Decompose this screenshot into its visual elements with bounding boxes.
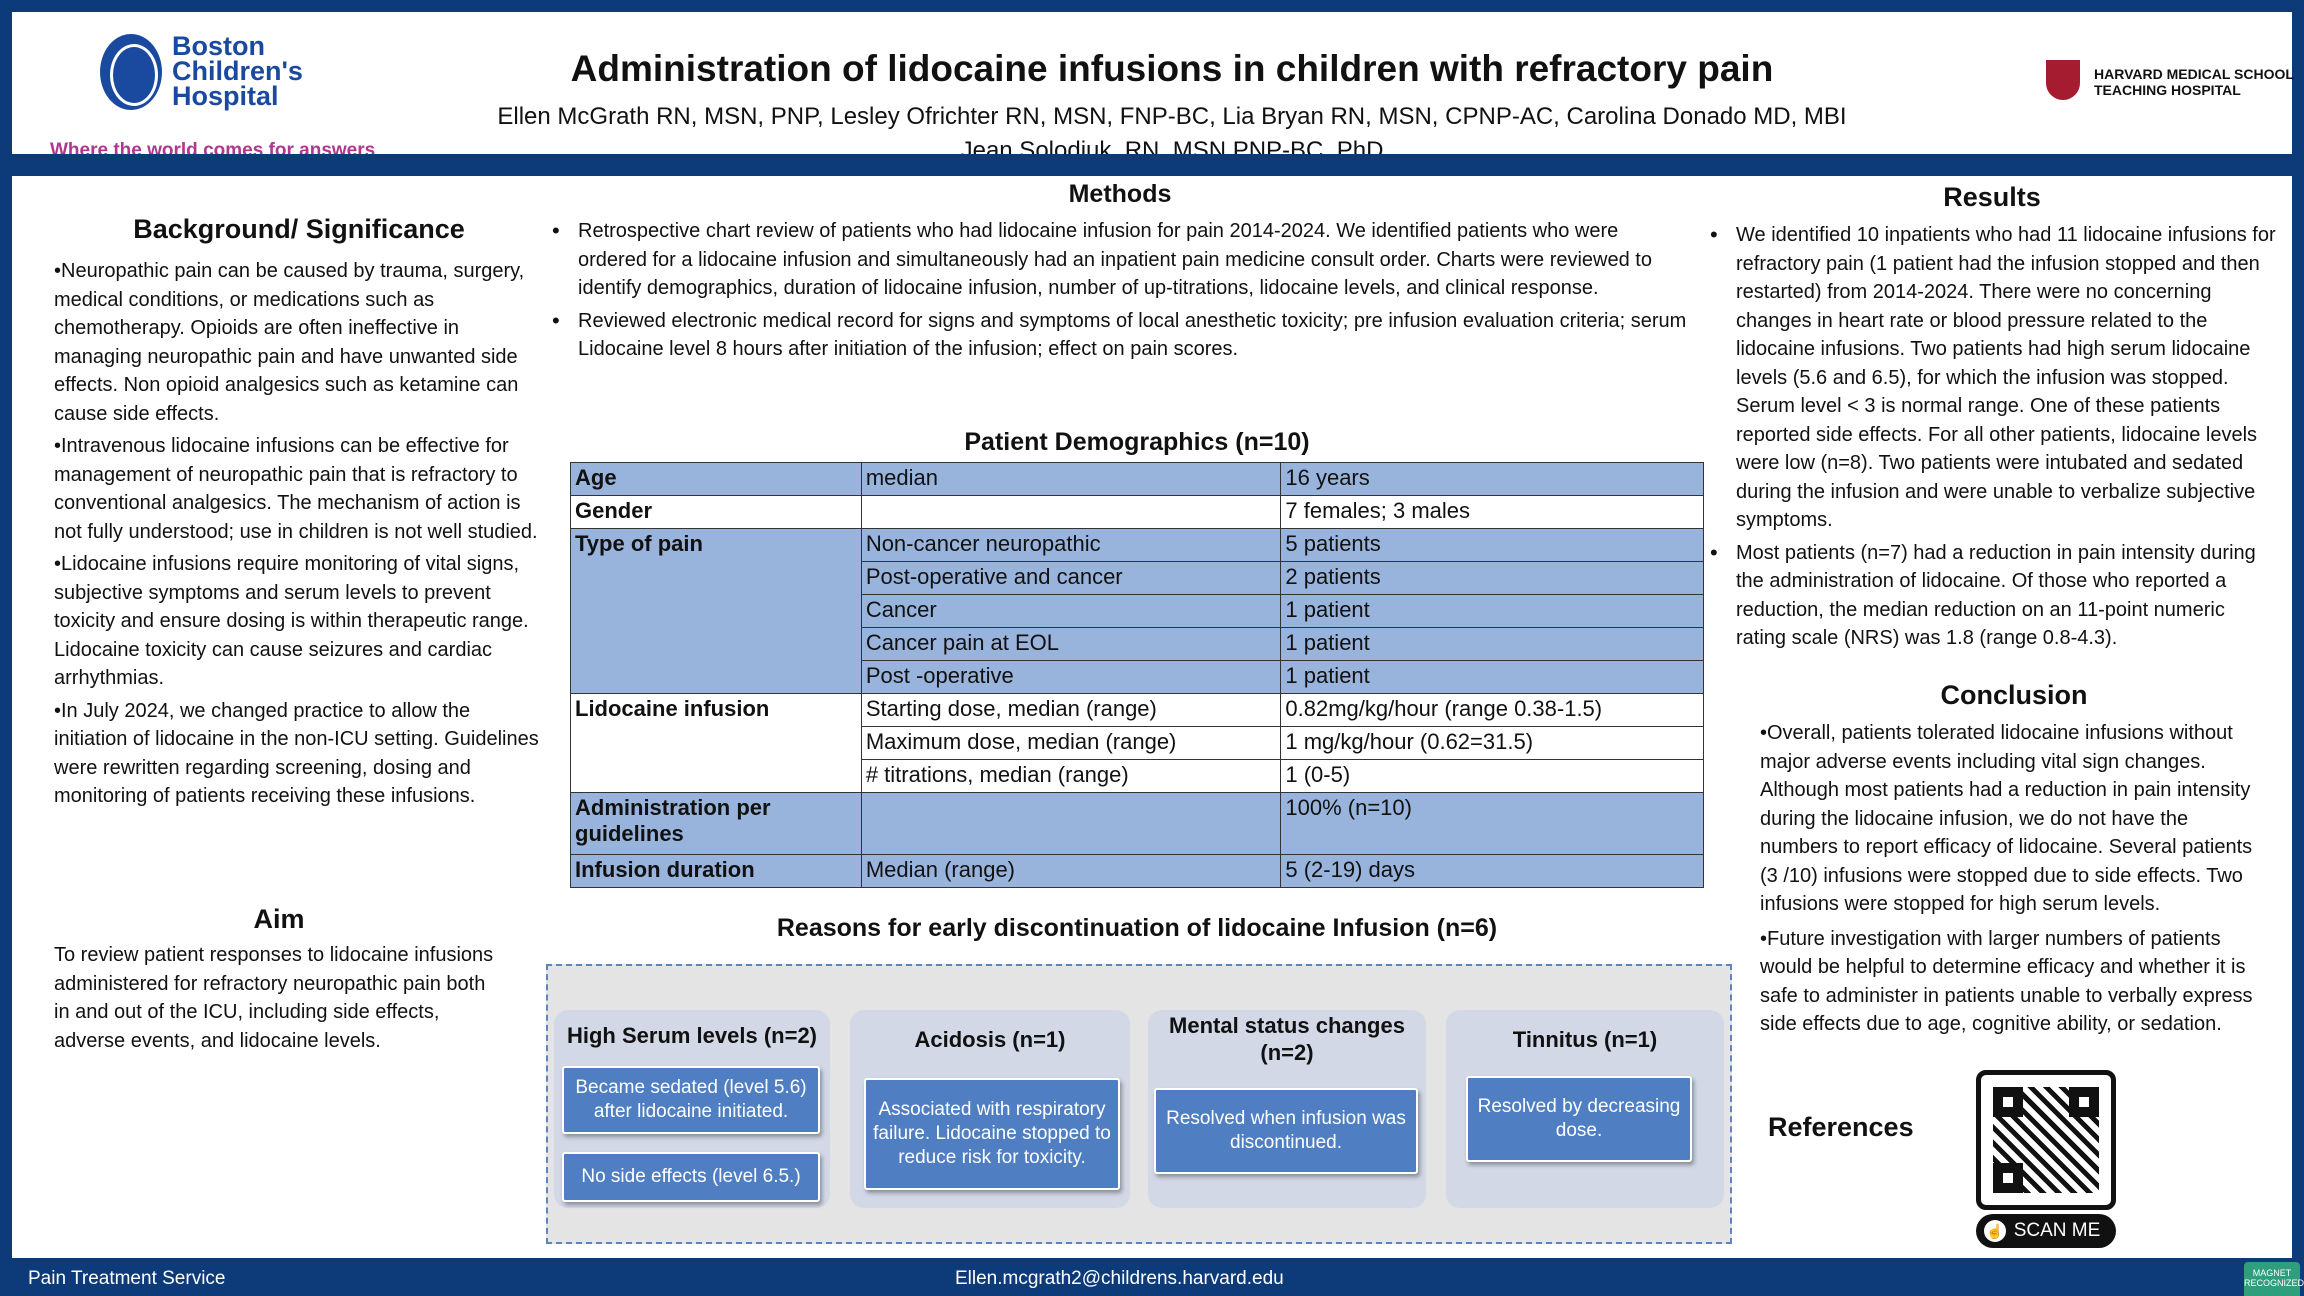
mother-child-icon bbox=[100, 34, 162, 110]
reason-box: Resolved by decreasing dose. bbox=[1466, 1076, 1692, 1162]
footer-service: Pain Treatment Service bbox=[28, 1268, 226, 1289]
background-title: Background/ Significance bbox=[133, 214, 465, 244]
harvard-logo: HARVARD MEDICAL SCHOOL TEACHING HOSPITAL bbox=[2046, 60, 2304, 100]
results-title: Results bbox=[1943, 182, 2041, 212]
reason-card-mental-status: Mental status changes (n=2) Resolved whe… bbox=[1148, 1010, 1426, 1208]
magnet-badge: MAGNET RECOGNIZED bbox=[2244, 1262, 2304, 1296]
scan-me-button[interactable]: ☝ SCAN ME bbox=[1976, 1214, 2116, 1248]
list-item: We identified 10 inpatients who had 11 l… bbox=[1708, 221, 2276, 535]
aim-text: To review patient responses to lidocaine… bbox=[54, 944, 494, 1052]
list-item: Reviewed electronic medical record for s… bbox=[550, 307, 1690, 364]
reason-card-high-serum: High Serum levels (n=2) Became sedated (… bbox=[554, 1010, 830, 1208]
reason-box: Became sedated (level 5.6) after lidocai… bbox=[562, 1066, 820, 1134]
footer-email[interactable]: Ellen.mcgrath2@childrens.harvard.edu bbox=[955, 1268, 1284, 1290]
list-item: Retrospective chart review of patients w… bbox=[550, 217, 1690, 303]
table-row: Type of pain Non-cancer neuropathic 5 pa… bbox=[570, 528, 1704, 694]
reasons-panel: High Serum levels (n=2) Became sedated (… bbox=[546, 964, 1732, 1244]
results-list: We identified 10 inpatients who had 11 l… bbox=[1708, 221, 2276, 653]
conclusion-section: Conclusion •Overall, patients tolerated … bbox=[1760, 680, 2268, 1039]
conclusion-title: Conclusion bbox=[1940, 680, 2088, 710]
reason-box: No side effects (level 6.5.) bbox=[562, 1152, 820, 1202]
logo-name: Boston Children's Hospital bbox=[172, 31, 303, 111]
list-item: Most patients (n=7) had a reduction in p… bbox=[1708, 539, 2276, 653]
demographics-title: Patient Demographics (n=10) bbox=[964, 428, 1310, 456]
hand-pointer-icon: ☝ bbox=[1984, 1220, 2006, 1242]
poster-title: Administration of lidocaine infusions in… bbox=[570, 48, 1774, 89]
references-title: References bbox=[1768, 1112, 1914, 1142]
reason-box: Resolved when infusion was discontinued. bbox=[1154, 1088, 1418, 1174]
background-section: Background/ Significance •Neuropathic pa… bbox=[54, 214, 544, 815]
demographics-table: Age median 16 years Gender 7 females; 3 … bbox=[570, 462, 1704, 888]
reason-box: Associated with respiratory failure. Lid… bbox=[864, 1078, 1120, 1190]
results-section: Results We identified 10 inpatients who … bbox=[1708, 182, 2276, 657]
reasons-title: Reasons for early discontinuation of lid… bbox=[776, 914, 1498, 942]
methods-title: Methods bbox=[1068, 180, 1172, 208]
aim-title: Aim bbox=[253, 904, 305, 934]
reason-card-acidosis: Acidosis (n=1) Associated with respirato… bbox=[850, 1010, 1130, 1208]
boston-childrens-logo: Boston Children's Hospital Where the wor… bbox=[50, 22, 420, 162]
harvard-shield-icon bbox=[2046, 60, 2080, 100]
table-row: Lidocaine infusion Starting dose, median… bbox=[570, 693, 1704, 793]
table-row: Gender 7 females; 3 males bbox=[570, 495, 1704, 529]
methods-section: Methods Retrospective chart review of pa… bbox=[550, 180, 1690, 368]
table-row: Age median 16 years bbox=[570, 462, 1704, 496]
table-row: Infusion duration Median (range) 5 (2-19… bbox=[570, 854, 1704, 888]
reason-card-tinnitus: Tinnitus (n=1) Resolved by decreasing do… bbox=[1446, 1010, 1724, 1208]
background-text: •Neuropathic pain can be caused by traum… bbox=[54, 260, 539, 807]
aim-section: Aim To review patient responses to lidoc… bbox=[54, 904, 504, 1055]
poster-header: Boston Children's Hospital Where the wor… bbox=[12, 12, 2294, 164]
conclusion-text: •Overall, patients tolerated lidocaine i… bbox=[1760, 722, 2253, 1035]
footer: Pain Treatment Service Ellen.mcgrath2@ch… bbox=[0, 1258, 2304, 1296]
header-band bbox=[0, 154, 2304, 176]
table-row: Administration per guidelines 100% (n=10… bbox=[570, 792, 1704, 855]
methods-list: Retrospective chart review of patients w… bbox=[550, 217, 1690, 364]
qr-code-icon[interactable] bbox=[1976, 1070, 2116, 1210]
